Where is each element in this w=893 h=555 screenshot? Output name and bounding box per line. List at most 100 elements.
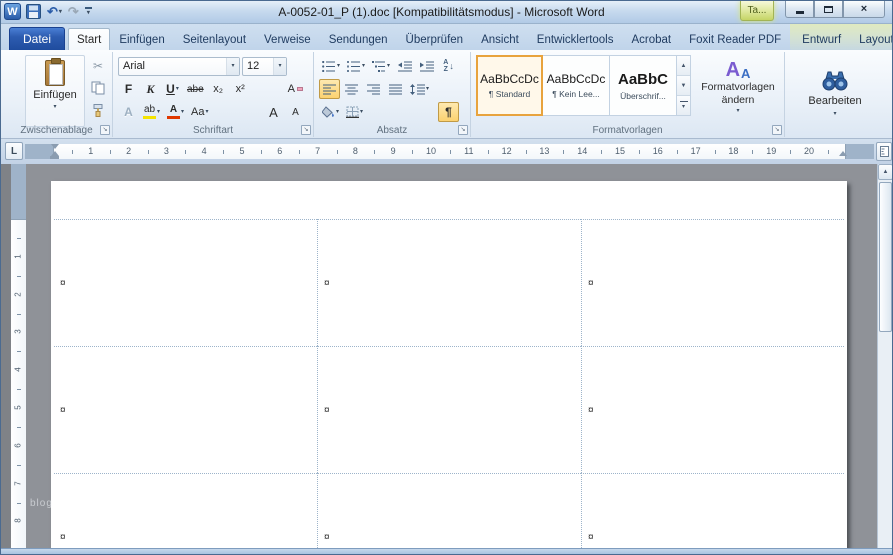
borders-button[interactable]: ▾ xyxy=(343,102,366,122)
format-painter-button[interactable] xyxy=(88,101,108,119)
maximize-icon xyxy=(824,5,833,13)
strikethrough-icon: abe xyxy=(187,83,204,95)
qat-customize-button[interactable]: ▾ xyxy=(84,3,93,20)
italic-icon: K xyxy=(146,81,155,96)
tab-acrobat[interactable]: Acrobat xyxy=(623,28,681,50)
ruler-toggle-button[interactable] xyxy=(876,142,892,161)
table-cell[interactable]: ¤ xyxy=(581,346,844,473)
tab-ansicht[interactable]: Ansicht xyxy=(472,28,528,50)
subscript-button[interactable]: x₂ xyxy=(208,79,229,99)
table-cell[interactable]: ¤ xyxy=(317,346,581,473)
align-left-button[interactable] xyxy=(319,79,340,99)
tab--berpr-fen[interactable]: Überprüfen xyxy=(397,28,473,50)
chevron-down-icon[interactable]: ▾ xyxy=(226,57,239,75)
show-formatting-marks-button[interactable]: ¶ xyxy=(438,102,459,122)
clear-formatting-button[interactable]: A xyxy=(285,79,306,99)
gallery-more-button[interactable]: ▾ xyxy=(677,96,690,115)
undo-button[interactable]: ↶ ▾ xyxy=(46,3,63,20)
group-zwischenablage: Einfügen ▾ ✂ Zwischenablage ↘ xyxy=(1,52,113,137)
highlight-color-button[interactable]: ab ▾ xyxy=(140,102,163,122)
font-size-select[interactable]: 12 ▾ xyxy=(242,56,287,76)
style-item-ueberschrift[interactable]: AaBbC Überschrif... xyxy=(610,55,677,116)
table-cell[interactable]: ¤ xyxy=(581,219,844,346)
grow-font-button[interactable]: A xyxy=(263,102,284,122)
redo-icon: ↷ xyxy=(67,3,79,19)
document-page[interactable]: ¤ ¤ ¤ ¤ ¤ ¤ ¤ ¤ ¤ xyxy=(51,181,847,548)
tab-stop-selector[interactable]: L xyxy=(5,142,23,160)
right-indent-marker[interactable] xyxy=(839,147,847,156)
table-cell[interactable]: ¤ xyxy=(54,346,317,473)
chevron-down-icon: ▾ xyxy=(86,10,90,16)
maximize-button[interactable] xyxy=(814,1,843,18)
line-spacing-button[interactable]: ▾ xyxy=(407,79,432,99)
tab-foxit-reader-pdf[interactable]: Foxit Reader PDF xyxy=(680,28,790,50)
table-cell[interactable]: ¤ xyxy=(317,219,581,346)
text-effects-button[interactable]: A xyxy=(118,102,139,122)
style-item-kein-leerraum[interactable]: AaBbCcDc ¶ Kein Lee... xyxy=(543,55,610,116)
table-cell[interactable]: ¤ xyxy=(581,473,844,548)
style-item-standard[interactable]: AaBbCcDc ¶ Standard xyxy=(476,55,543,116)
dialog-launcher-icon[interactable]: ↘ xyxy=(458,125,468,135)
font-color-button[interactable]: A ▾ xyxy=(164,102,187,122)
numbering-button[interactable]: ▾ xyxy=(344,56,368,76)
table-cell[interactable]: ¤ xyxy=(317,473,581,548)
save-button[interactable] xyxy=(25,3,42,20)
bullets-button[interactable]: ▾ xyxy=(319,56,343,76)
gallery-up-icon[interactable]: ▲ xyxy=(677,56,690,76)
horizontal-ruler[interactable]: 1 2 3 4 5 6 7 8 9 10 11 12 13 14 15 16 17 18 19 20 xyxy=(25,144,874,159)
left-indent-marker[interactable] xyxy=(50,156,59,159)
font-name-select[interactable]: Arial ▾ xyxy=(118,56,240,76)
tab-einf-gen[interactable]: Einfügen xyxy=(110,28,173,50)
shading-button[interactable]: ▾ xyxy=(319,102,342,122)
table-cell[interactable]: ¤ xyxy=(54,219,317,346)
tab-seitenlayout[interactable]: Seitenlayout xyxy=(174,28,255,50)
format-painter-icon xyxy=(93,103,103,117)
hanging-indent-marker[interactable] xyxy=(51,147,59,156)
increase-indent-button[interactable] xyxy=(416,56,437,76)
borders-icon xyxy=(346,106,360,118)
decrease-indent-button[interactable] xyxy=(394,56,415,76)
italic-button[interactable]: K xyxy=(140,79,161,99)
table-tools-contextual-tab[interactable]: Ta... xyxy=(740,1,774,21)
align-center-button[interactable] xyxy=(341,79,362,99)
tab-entwicklertools[interactable]: Entwicklertools xyxy=(528,28,623,50)
tab-verweise[interactable]: Verweise xyxy=(255,28,320,50)
group-label: Zwischenablage xyxy=(20,125,93,136)
editing-button[interactable]: Bearbeiten ▾ xyxy=(791,56,879,130)
tab-entwurf[interactable]: Entwurf xyxy=(793,28,850,50)
vertical-ruler[interactable]: 1 2 3 4 5 6 7 8 xyxy=(11,164,26,548)
style-preview: AaBbCcDc xyxy=(546,72,606,86)
tab-layout[interactable]: Layout xyxy=(850,28,892,50)
copy-button[interactable] xyxy=(88,79,108,97)
paste-button[interactable]: Einfügen ▾ xyxy=(25,55,85,127)
table-cell[interactable]: ¤ xyxy=(54,473,317,548)
align-right-button[interactable] xyxy=(363,79,384,99)
tab-sendungen[interactable]: Sendungen xyxy=(320,28,397,50)
gallery-down-icon[interactable]: ▼ xyxy=(677,76,690,96)
word-logo-icon[interactable]: W xyxy=(4,3,21,20)
chevron-down-icon[interactable]: ▾ xyxy=(273,57,286,75)
cut-button[interactable]: ✂ xyxy=(88,57,108,75)
underline-button[interactable]: U ▾ xyxy=(162,79,183,99)
multilevel-list-button[interactable]: ▾ xyxy=(369,56,393,76)
strikethrough-button[interactable]: abe xyxy=(184,79,207,99)
ruler-tick xyxy=(449,150,451,154)
tab-start[interactable]: Start xyxy=(68,28,111,50)
vertical-scrollbar[interactable]: ▲ xyxy=(877,164,892,548)
close-button[interactable]: × xyxy=(843,1,885,18)
redo-button[interactable]: ↷ xyxy=(67,3,80,20)
minimize-button[interactable] xyxy=(785,1,814,18)
dialog-launcher-icon[interactable]: ↘ xyxy=(301,125,311,135)
scrollbar-thumb[interactable] xyxy=(879,182,892,332)
dialog-launcher-icon[interactable]: ↘ xyxy=(772,125,782,135)
scroll-up-icon[interactable]: ▲ xyxy=(878,164,892,180)
change-case-button[interactable]: Aa ▾ xyxy=(188,102,211,122)
change-styles-button[interactable]: AA Formatvorlagen ändern ▾ xyxy=(697,55,779,121)
tab-datei[interactable]: Datei xyxy=(9,27,66,50)
justify-button[interactable] xyxy=(385,79,406,99)
sort-button[interactable]: AZ ↓ xyxy=(438,56,459,76)
superscript-button[interactable]: x² xyxy=(230,79,251,99)
bold-button[interactable]: F xyxy=(118,79,139,99)
dialog-launcher-icon[interactable]: ↘ xyxy=(100,125,110,135)
shrink-font-button[interactable]: A xyxy=(285,102,306,122)
